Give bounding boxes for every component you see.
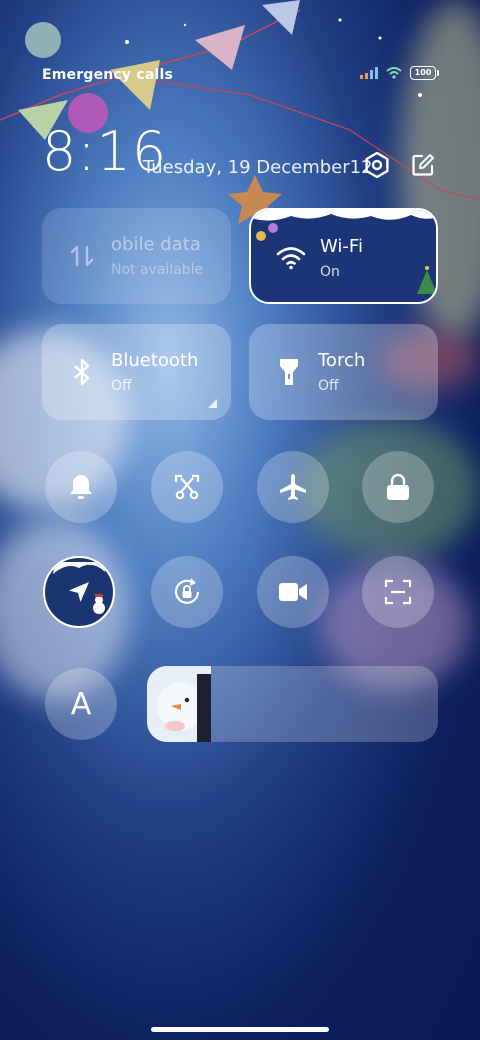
location-toggle[interactable] [43,556,115,628]
bluetooth-label: Bluetooth [111,350,199,371]
battery-icon: 100 [410,66,439,80]
screenshot-scissors-icon [174,474,200,500]
brightness-slider-fill [147,666,212,742]
sound-toggle[interactable] [45,451,117,523]
bell-icon [70,475,92,499]
lock-screen-toggle[interactable] [362,451,434,523]
bluetooth-icon [66,356,98,388]
expand-corner-icon [208,399,217,408]
mobile-data-tile[interactable]: obile data Not available [42,208,231,304]
torch-tile[interactable]: Torch Off [249,324,438,420]
snowman-decoration [157,674,211,742]
emergency-calls-text: Emergency calls [42,67,174,83]
brightness-slider[interactable] [147,666,438,742]
airplane-toggle[interactable] [257,451,329,523]
edit-icon [412,154,434,176]
mobile-data-label: obile data [111,234,201,255]
wifi-icon [275,242,307,274]
auto-brightness-button[interactable]: A [45,668,117,740]
mobile-data-icon [66,240,98,272]
auto-brightness-label: A [70,686,92,722]
wifi-tile[interactable]: Wi-Fi On [249,208,438,304]
lock-icon [387,473,409,500]
scan-icon [384,579,412,605]
bluetooth-tile[interactable]: Bluetooth Off [42,324,231,420]
torch-icon [273,356,305,388]
date: Tuesday, 19 December12 [143,157,373,178]
home-indicator[interactable] [151,1027,329,1032]
gear-icon [365,152,389,178]
edit-button[interactable] [408,150,438,180]
wifi-status-icon [386,67,402,79]
video-camera-icon [279,583,307,601]
wifi-status: On [320,264,340,280]
torch-status: Off [318,378,339,394]
signal-icon [360,67,378,79]
status-icons: 100 [360,66,439,80]
location-icon [69,582,89,602]
scanner-toggle[interactable] [362,556,434,628]
bluetooth-status: Off [111,378,132,394]
screen-recorder-toggle[interactable] [257,556,329,628]
rotation-lock-icon [174,578,200,604]
airplane-icon [280,474,306,500]
rotation-lock-toggle[interactable] [151,556,223,628]
torch-label: Torch [318,350,366,371]
settings-button[interactable] [362,150,392,180]
wifi-label: Wi-Fi [320,236,363,257]
screenshot-toggle[interactable] [151,451,223,523]
mobile-data-status: Not available [111,262,204,278]
